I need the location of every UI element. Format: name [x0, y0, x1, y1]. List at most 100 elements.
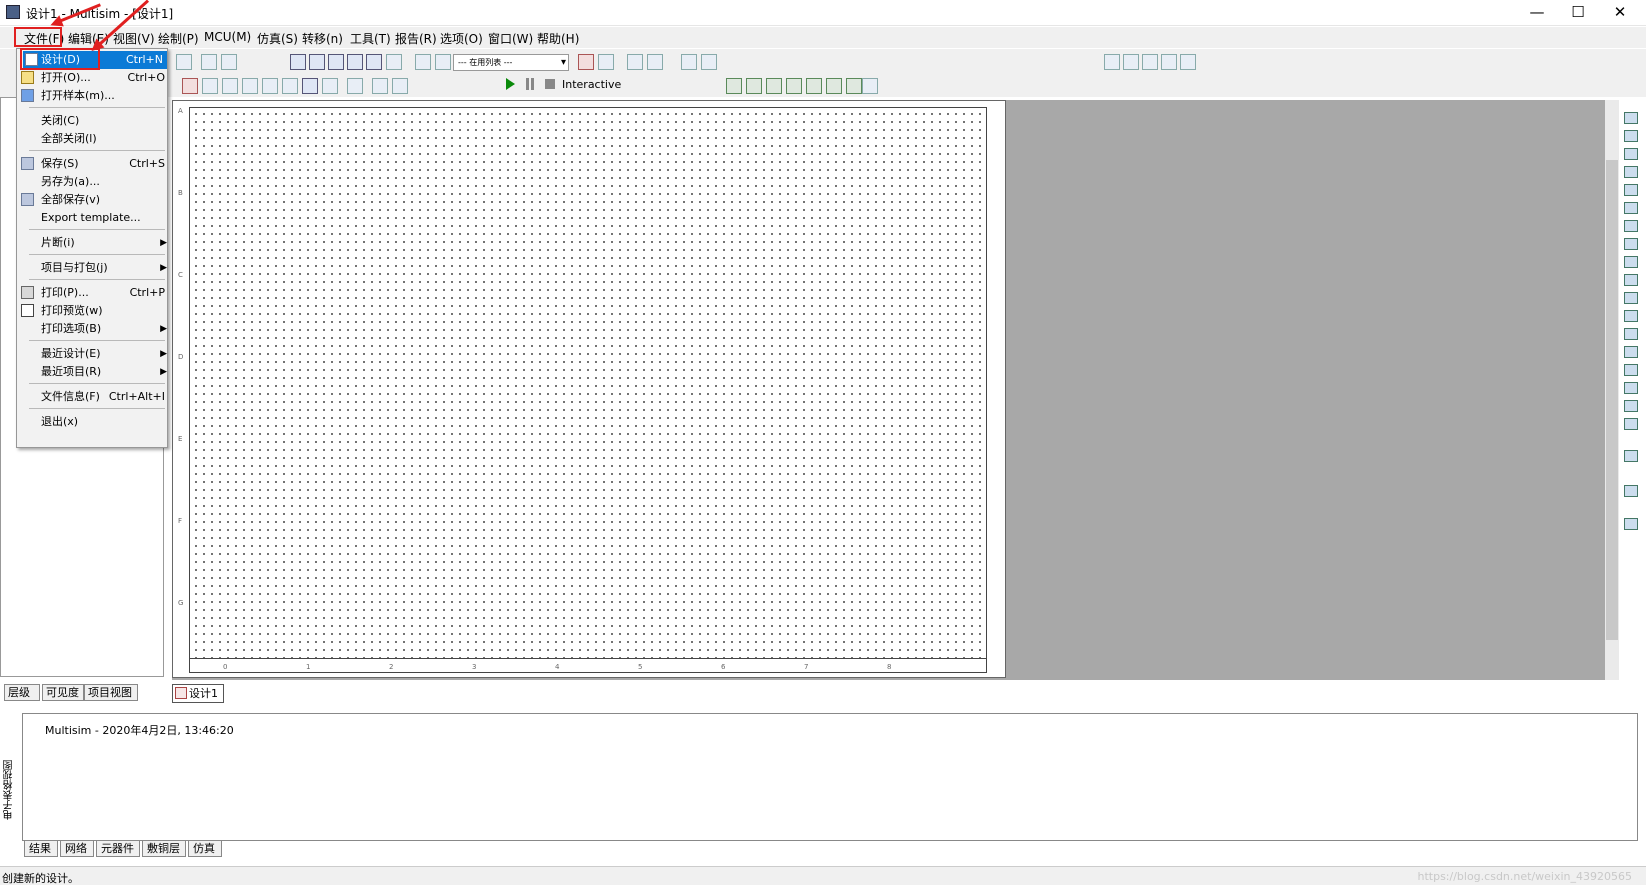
tab-copper-layers[interactable]: 敷铜层: [142, 840, 186, 857]
file-menu-file-info[interactable]: 文件信息(F) Ctrl+Alt+I: [41, 388, 169, 406]
agilent-multimeter-icon[interactable]: [1624, 382, 1638, 394]
zoom-out-icon[interactable]: [1123, 54, 1139, 70]
redo-icon[interactable]: [221, 54, 237, 70]
file-menu-print-options[interactable]: 打印选项(B) ▶: [41, 320, 169, 338]
logic-converter-icon[interactable]: [1624, 256, 1638, 268]
tab-nets[interactable]: 网络: [60, 840, 94, 857]
grapher-icon[interactable]: [347, 54, 363, 70]
file-menu-recent-projects[interactable]: 最近项目(R) ▶: [41, 363, 169, 381]
vertical-scrollbar[interactable]: [1605, 100, 1619, 680]
multimeter-icon[interactable]: [1624, 112, 1638, 124]
stop-simulation-icon[interactable]: [545, 79, 555, 89]
zoom-in-icon[interactable]: [1104, 54, 1120, 70]
spectrum-analyzer-icon[interactable]: [1624, 328, 1638, 340]
file-menu-open-sample[interactable]: 打开样本(m)...: [21, 87, 169, 105]
tab-components[interactable]: 元器件: [96, 840, 140, 857]
current-probe-icon[interactable]: [746, 78, 762, 94]
ref-probe-icon[interactable]: [806, 78, 822, 94]
find-icon[interactable]: [681, 54, 697, 70]
tab-hierarchy[interactable]: 层级: [4, 684, 40, 701]
menu-reports[interactable]: 报告(R): [395, 30, 437, 47]
tab-simulation[interactable]: 仿真: [188, 840, 222, 857]
file-menu-export-template[interactable]: Export template...: [41, 209, 169, 227]
file-menu-save-as[interactable]: 另存为(a)...: [41, 173, 169, 191]
schematic-sheet[interactable]: A B C D E F G 0 1 2 3 4 5 6 7 8: [172, 100, 1006, 678]
schematic-grid[interactable]: [189, 107, 987, 659]
probe-settings-icon[interactable]: [846, 78, 862, 94]
file-menu-close[interactable]: 关闭(C): [41, 112, 169, 130]
document-tab[interactable]: 设计1: [172, 684, 224, 703]
file-menu-save-all[interactable]: 全部保存(v): [21, 191, 169, 209]
back-annotate-icon[interactable]: [627, 54, 643, 70]
tab-visibility[interactable]: 可见度: [42, 684, 84, 701]
maximize-button[interactable]: ☐: [1558, 0, 1598, 26]
bode-plotter-icon[interactable]: [1624, 202, 1638, 214]
basic-icon[interactable]: [202, 78, 218, 94]
menu-transfer[interactable]: 转移(n): [302, 30, 343, 47]
scrollbar-thumb[interactable]: [1606, 160, 1618, 640]
menu-view[interactable]: 视图(V): [113, 30, 155, 47]
agilent-generator-icon[interactable]: [1624, 364, 1638, 376]
file-menu-projects-packing[interactable]: 项目与打包(j) ▶: [41, 259, 169, 277]
file-menu-recent-designs[interactable]: 最近设计(E) ▶: [41, 345, 169, 363]
tab-results[interactable]: 结果: [24, 840, 58, 857]
menu-mcu[interactable]: MCU(M): [204, 30, 251, 44]
minimize-button[interactable]: —: [1517, 0, 1557, 26]
four-channel-oscilloscope-icon[interactable]: [1624, 184, 1638, 196]
indicator-icon[interactable]: [242, 78, 258, 94]
annotate-icon[interactable]: [598, 54, 614, 70]
logic-analyzer-icon[interactable]: [1624, 274, 1638, 286]
pause-simulation-icon[interactable]: [526, 78, 534, 90]
transfer-icon[interactable]: [386, 54, 402, 70]
workspace[interactable]: A B C D E F G 0 1 2 3 4 5 6 7 8: [172, 100, 1610, 680]
current-clamp-icon[interactable]: [1624, 518, 1638, 530]
menu-place[interactable]: 绘制(P): [158, 30, 199, 47]
mcu-icon[interactable]: [322, 78, 338, 94]
wattmeter-icon[interactable]: [1624, 148, 1638, 160]
source-icon[interactable]: [182, 78, 198, 94]
close-button[interactable]: ✕: [1600, 0, 1640, 26]
zoom-area-icon[interactable]: [1142, 54, 1158, 70]
iv-analyzer-icon[interactable]: [1624, 292, 1638, 304]
toggle-panel-icon[interactable]: [290, 54, 306, 70]
paste-icon[interactable]: [176, 54, 192, 70]
wire-icon[interactable]: [392, 78, 408, 94]
settings-gear-icon[interactable]: [862, 78, 878, 94]
diff-voltage-probe-icon[interactable]: [786, 78, 802, 94]
digital-probe-icon[interactable]: [826, 78, 842, 94]
database-icon[interactable]: [328, 54, 344, 70]
agilent-oscilloscope-icon[interactable]: [1624, 400, 1638, 412]
power-probe-icon[interactable]: [766, 78, 782, 94]
frequency-counter-icon[interactable]: [1624, 220, 1638, 232]
forward-annotate-icon[interactable]: [647, 54, 663, 70]
component-wizard-icon[interactable]: [366, 54, 382, 70]
menu-options[interactable]: 选项(O): [440, 30, 483, 47]
menu-simulate[interactable]: 仿真(S): [257, 30, 298, 47]
menu-tools[interactable]: 工具(T): [350, 30, 391, 47]
menu-help[interactable]: 帮助(H): [537, 30, 579, 47]
file-menu-snippets[interactable]: 片断(i) ▶: [41, 234, 169, 252]
hierarchy-icon[interactable]: [415, 54, 431, 70]
tab-project-view[interactable]: 项目视图: [84, 684, 138, 701]
connector-icon[interactable]: [302, 78, 318, 94]
file-menu-print[interactable]: 打印(P)... Ctrl+P: [21, 284, 169, 302]
component-list-icon[interactable]: [435, 54, 451, 70]
simulation-mode-label[interactable]: Interactive: [562, 78, 621, 91]
electromech-icon[interactable]: [282, 78, 298, 94]
file-menu-print-preview[interactable]: 打印预览(w): [21, 302, 169, 320]
misc-icon[interactable]: [222, 78, 238, 94]
function-generator-icon[interactable]: [1624, 130, 1638, 142]
erc-icon[interactable]: [578, 54, 594, 70]
in-use-list-dropdown[interactable]: --- 在用列表 ---: [453, 54, 569, 71]
file-menu-open[interactable]: 打开(O)... Ctrl+O: [21, 69, 169, 87]
run-simulation-icon[interactable]: [506, 78, 515, 90]
network-analyzer-icon[interactable]: [1624, 346, 1638, 358]
antenna-icon[interactable]: [262, 78, 278, 94]
help-icon[interactable]: [701, 54, 717, 70]
hierarchical-block-icon[interactable]: [372, 78, 388, 94]
undo-icon[interactable]: [201, 54, 217, 70]
menu-window[interactable]: 窗口(W): [488, 30, 533, 47]
ni-elvis-icon[interactable]: [1624, 485, 1638, 497]
distortion-analyzer-icon[interactable]: [1624, 310, 1638, 322]
oscilloscope-icon[interactable]: [1624, 166, 1638, 178]
